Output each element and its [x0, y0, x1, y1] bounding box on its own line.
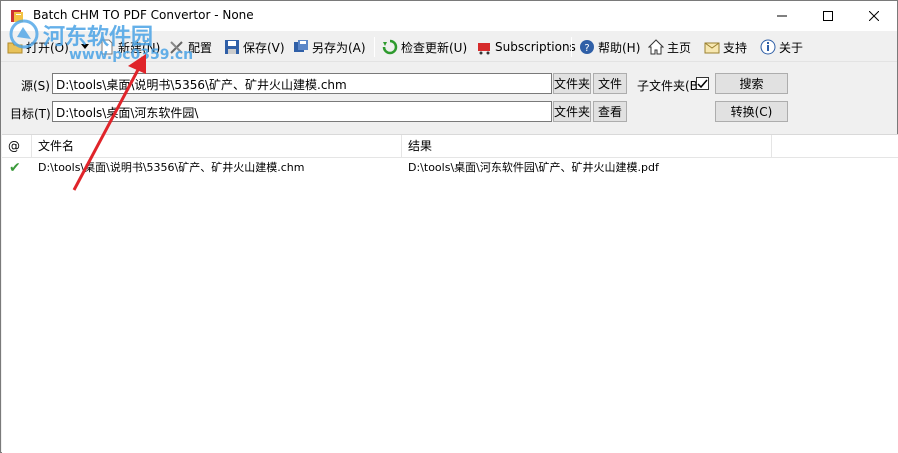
- mail-icon: [704, 39, 720, 55]
- column-header-filename[interactable]: 文件名: [32, 135, 402, 158]
- support-button[interactable]: 支持: [704, 36, 747, 58]
- subscriptions-button[interactable]: Subscriptions: [476, 36, 576, 58]
- column-header-result[interactable]: 结果: [402, 135, 772, 158]
- app-window: Batch CHM TO PDF Convertor - None 打开(O) …: [0, 0, 898, 453]
- close-icon: [869, 11, 879, 21]
- chevron-down-icon: [81, 44, 89, 49]
- new-button[interactable]: 新建(N): [99, 36, 160, 58]
- app-icon: [9, 8, 25, 24]
- file-list[interactable]: @ 文件名 结果 ✔ D:\tools\桌面\说明书\5356\矿产、矿井火山建…: [2, 134, 898, 453]
- checkmark-icon: [697, 79, 708, 89]
- source-folder-button[interactable]: 文件夹: [553, 73, 591, 94]
- new-label: 新建(N): [118, 40, 161, 55]
- open-folder-icon: [7, 39, 23, 55]
- title-bar: Batch CHM TO PDF Convertor - None: [1, 1, 897, 31]
- check-update-label: 检查更新(U): [401, 40, 468, 55]
- tools-icon: [169, 39, 185, 55]
- floppy-disk-icon: [224, 39, 240, 55]
- save-as-label: 另存为(A): [312, 40, 366, 55]
- about-button[interactable]: 关于: [760, 36, 803, 58]
- row-result: D:\tools\桌面\河东软件园\矿产、矿井火山建模.pdf: [408, 161, 659, 174]
- check-update-button[interactable]: 检查更新(U): [382, 36, 467, 58]
- info-icon: [760, 39, 776, 55]
- toolbar-separator: [374, 37, 375, 57]
- window-title: Batch CHM TO PDF Convertor - None: [33, 8, 254, 22]
- support-label: 支持: [723, 40, 748, 55]
- view-button[interactable]: 查看: [593, 101, 627, 122]
- home-icon: [648, 39, 664, 55]
- save-as-icon: [293, 39, 309, 55]
- minimize-button[interactable]: [759, 1, 805, 31]
- cart-icon: [476, 39, 492, 55]
- target-input[interactable]: D:\tools\桌面\河东软件园\: [52, 101, 552, 122]
- open-label: 打开(O): [26, 40, 69, 55]
- subfolder-label: 子文件夹(B: [637, 79, 698, 93]
- source-input[interactable]: D:\tools\桌面\说明书\5356\矿产、矿井火山建模.chm: [52, 73, 552, 94]
- save-as-button[interactable]: 另存为(A): [293, 36, 366, 58]
- settings-form: 源(S) D:\tools\桌面\说明书\5356\矿产、矿井火山建模.chm …: [1, 63, 897, 133]
- open-dropdown-button[interactable]: [81, 36, 89, 58]
- save-label: 保存(V): [243, 40, 285, 55]
- source-file-button[interactable]: 文件: [593, 73, 627, 94]
- save-button[interactable]: 保存(V): [224, 36, 285, 58]
- config-button[interactable]: 配置: [169, 36, 212, 58]
- toolbar: 打开(O) 新建(N) 配置 保存(V) 另存为(A) 检查更新(U) Subs…: [1, 32, 897, 62]
- subfolder-checkbox[interactable]: [696, 77, 709, 90]
- target-label: 目标(T): [10, 107, 51, 121]
- target-folder-button[interactable]: 文件夹: [553, 101, 591, 122]
- table-row[interactable]: ✔ D:\tools\桌面\说明书\5356\矿产、矿井火山建模.chm D:\…: [2, 159, 898, 177]
- toolbar-separator: [571, 37, 572, 57]
- success-check-icon: ✔: [9, 160, 21, 176]
- search-button[interactable]: 搜索: [715, 73, 788, 94]
- minimize-icon: [777, 15, 787, 17]
- convert-button[interactable]: 转换(C): [715, 101, 788, 122]
- maximize-icon: [823, 11, 833, 21]
- close-button[interactable]: [851, 1, 897, 31]
- svg-text:?: ?: [584, 43, 589, 54]
- help-button[interactable]: ? 帮助(H): [579, 36, 640, 58]
- help-icon: ?: [579, 39, 595, 55]
- subscriptions-label: Subscriptions: [495, 40, 576, 54]
- list-header: @ 文件名 结果: [2, 135, 898, 158]
- refresh-icon: [382, 39, 398, 55]
- home-button[interactable]: 主页: [648, 36, 691, 58]
- row-filename: D:\tools\桌面\说明书\5356\矿产、矿井火山建模.chm: [38, 161, 305, 174]
- new-document-icon: [99, 39, 115, 55]
- source-label: 源(S): [21, 79, 50, 93]
- config-label: 配置: [188, 40, 213, 55]
- about-label: 关于: [779, 40, 804, 55]
- home-label: 主页: [667, 40, 692, 55]
- column-header-status[interactable]: @: [2, 135, 32, 158]
- maximize-button[interactable]: [805, 1, 851, 31]
- open-button[interactable]: 打开(O): [7, 36, 69, 58]
- help-label: 帮助(H): [598, 40, 641, 55]
